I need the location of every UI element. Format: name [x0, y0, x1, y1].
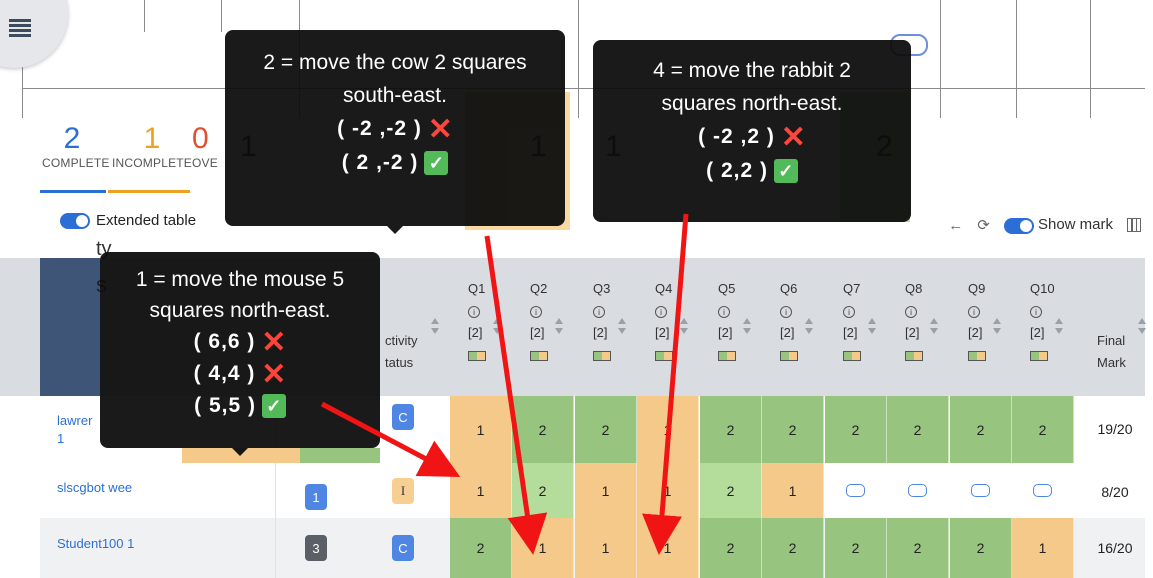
arrow-to-q4 — [642, 213, 689, 555]
annotation-arrows — [320, 213, 689, 555]
arrow-to-q1 — [320, 401, 461, 478]
arrow-to-q2 — [484, 235, 548, 555]
